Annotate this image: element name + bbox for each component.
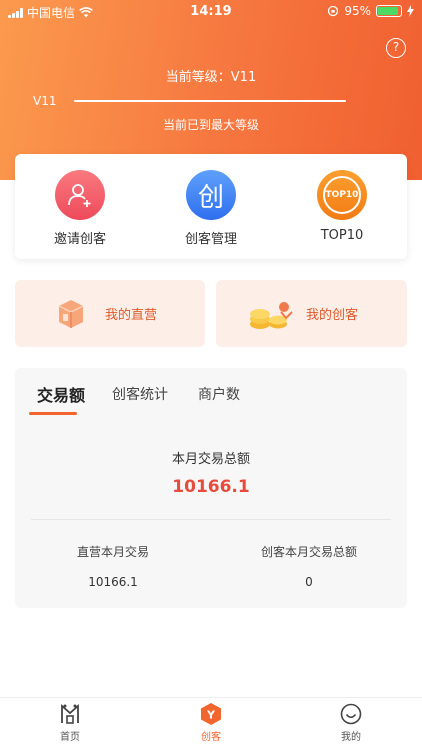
quick-actions-card: 邀请创客 创 创客管理 TOP10 TOP10 (15, 154, 407, 259)
maker-management-action[interactable]: 创 创客管理 (161, 170, 261, 247)
top10-icon: TOP10 (317, 170, 367, 220)
header-banner: 中国电信 14:19 95% ? 当前等级：V11 V11 当前已到最大等级 (0, 0, 422, 180)
invite-maker-action[interactable]: 邀请创客 (30, 170, 130, 247)
home-icon (20, 702, 120, 726)
bottom-tab-bar: 首页 Y 创客 我的 (0, 697, 422, 750)
create-icon: 创 (186, 170, 236, 220)
top10-action[interactable]: TOP10 TOP10 (292, 170, 392, 243)
tab-home-label: 首页 (60, 732, 80, 743)
tab-profile[interactable]: 我的 (301, 702, 401, 743)
maker-icon: Y (161, 702, 261, 726)
shop-box-icon (58, 300, 84, 328)
active-tab-indicator (29, 412, 77, 415)
tab-maker[interactable]: Y 创客 (161, 702, 261, 743)
invite-maker-label: 邀请创客 (53, 232, 106, 247)
profile-icon (301, 702, 401, 726)
my-makers-label: 我的创客 (306, 308, 359, 323)
current-level-title: 当前等级：V11 (165, 70, 257, 85)
coins-icon (250, 302, 293, 329)
maker-icon-glyph: Y (206, 709, 216, 722)
transaction-stats-panel: 交易额 创客统计 商户数 本月交易总额 10166.1 直营本月交易 10166… (15, 368, 407, 608)
tab-maker-stats[interactable]: 创客统计 (112, 384, 168, 404)
my-makers-card[interactable]: 我的创客 (216, 280, 407, 347)
tab-maker-label: 创客 (201, 732, 221, 743)
status-right: 95% (327, 4, 414, 18)
stats-divider (31, 519, 391, 520)
my-direct-card[interactable]: 我的直营 (15, 280, 205, 347)
tab-merchant-count[interactable]: 商户数 (198, 384, 240, 404)
direct-month-label: 直营本月交易 (76, 545, 149, 559)
my-direct-label: 我的直营 (105, 308, 158, 323)
tab-home[interactable]: 首页 (20, 702, 120, 743)
direct-month-value: 10166.1 (88, 575, 138, 589)
top10-badge: TOP10 (323, 176, 361, 214)
help-icon[interactable]: ? (386, 38, 406, 58)
month-total-label: 本月交易总额 (171, 452, 250, 467)
battery-percent: 95% (344, 4, 371, 18)
max-level-message: 当前已到最大等级 (162, 118, 259, 132)
top10-label: TOP10 (320, 228, 364, 243)
level-progress-fill (74, 100, 346, 102)
month-total-value: 10166.1 (172, 477, 250, 497)
level-progress-bar (74, 100, 346, 102)
tab-profile-label: 我的 (341, 732, 361, 743)
battery-icon (376, 5, 402, 17)
invite-user-icon (55, 170, 105, 220)
status-bar: 中国电信 14:19 95% (0, 0, 422, 24)
charging-icon (407, 5, 414, 17)
maker-management-label: 创客管理 (184, 232, 237, 247)
tab-transaction-amount[interactable]: 交易额 (37, 382, 85, 406)
maker-month-value: 0 (305, 575, 313, 589)
maker-month-label: 创客本月交易总额 (260, 545, 357, 559)
level-tag: V11 (33, 94, 57, 108)
orientation-lock-icon (328, 5, 339, 17)
